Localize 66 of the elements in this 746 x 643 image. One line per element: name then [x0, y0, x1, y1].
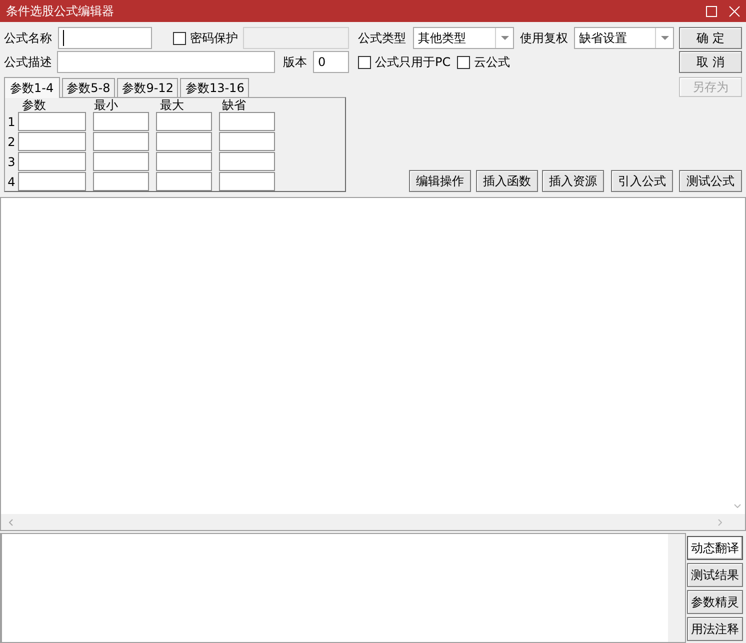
version-input[interactable]: 0 [313, 51, 349, 73]
window-title: 条件选股公式编辑器 [6, 2, 115, 20]
adjust-label: 使用复权 [520, 31, 569, 45]
caret-icon [500, 36, 508, 40]
toolbar-button[interactable]: 引入公式 [611, 170, 673, 192]
param-input[interactable] [156, 112, 212, 131]
param-tab[interactable]: 参数5-8 [62, 78, 116, 97]
param-input[interactable] [93, 132, 149, 151]
param-input[interactable] [18, 132, 86, 151]
param-tab[interactable]: 参数13-16 [180, 78, 250, 97]
maximize-icon[interactable] [706, 6, 717, 16]
cancel-button[interactable]: 取 消 [679, 51, 742, 73]
formula-type-label: 公式类型 [358, 31, 407, 45]
output-tab-button[interactable]: 参数精灵 [687, 590, 743, 614]
formula-description-label: 公式描述 [4, 55, 53, 69]
ok-button[interactable]: 确 定 [679, 27, 742, 49]
row-number: 4 [6, 174, 16, 191]
toolbar-button[interactable]: 插入资源 [542, 170, 604, 192]
caret-icon [660, 36, 668, 40]
param-input[interactable] [219, 152, 275, 171]
formula-description-input[interactable] [57, 51, 275, 73]
horizontal-scrollbar[interactable] [1, 514, 745, 530]
formula-type-dropdown[interactable]: 其他类型 [413, 27, 514, 49]
close-icon[interactable] [729, 6, 740, 16]
version-label: 版本 [283, 55, 308, 69]
chevron-left-icon[interactable] [9, 518, 13, 526]
toolbar-button[interactable]: 测试公式 [679, 170, 742, 192]
toolbar-button[interactable]: 插入函数 [476, 170, 538, 192]
formula-name-label: 公式名称 [4, 31, 53, 45]
param-tab[interactable]: 参数9-12 [117, 78, 178, 97]
checkbox[interactable] [358, 56, 371, 68]
checkbox[interactable] [173, 32, 186, 44]
cloud-formula-label: 云公式 [474, 55, 510, 69]
param-input[interactable] [18, 172, 86, 191]
column-header: 缺省 [221, 99, 247, 112]
password-protect-label: 密码保护 [190, 31, 239, 45]
pc-only-label: 公式只用于PC [375, 55, 452, 69]
param-input[interactable] [219, 132, 275, 151]
output-tab-button[interactable]: 用法注释 [687, 617, 743, 641]
param-input[interactable] [156, 152, 212, 171]
checkbox[interactable] [457, 56, 470, 68]
column-header: 参数 [21, 99, 47, 112]
param-input[interactable] [219, 112, 275, 131]
param-input[interactable] [18, 152, 86, 171]
param-input[interactable] [93, 112, 149, 131]
row-number: 3 [6, 154, 16, 171]
param-input[interactable] [219, 172, 275, 191]
param-input[interactable] [18, 112, 86, 131]
chevron-right-icon[interactable] [718, 518, 722, 526]
column-header: 最小 [93, 99, 119, 112]
formula-name-input[interactable] [58, 27, 152, 49]
param-input[interactable] [93, 172, 149, 191]
output-tab-button[interactable]: 测试结果 [687, 563, 743, 587]
column-header: 最大 [159, 99, 185, 112]
chevron-down-icon[interactable] [734, 504, 740, 508]
output-text-area[interactable] [0, 533, 686, 643]
param-tab[interactable]: 参数1-4 [4, 77, 60, 98]
adjust-dropdown[interactable]: 缺省设置 [574, 27, 674, 49]
param-input[interactable] [93, 152, 149, 171]
toolbar-button[interactable]: 编辑操作 [409, 170, 471, 192]
row-number: 1 [6, 114, 16, 131]
output-tab-button[interactable]: 动态翻译 [687, 536, 743, 560]
row-number: 2 [6, 134, 16, 151]
param-input[interactable] [156, 132, 212, 151]
param-input[interactable] [156, 172, 212, 191]
vertical-scrollbar[interactable] [668, 534, 685, 642]
